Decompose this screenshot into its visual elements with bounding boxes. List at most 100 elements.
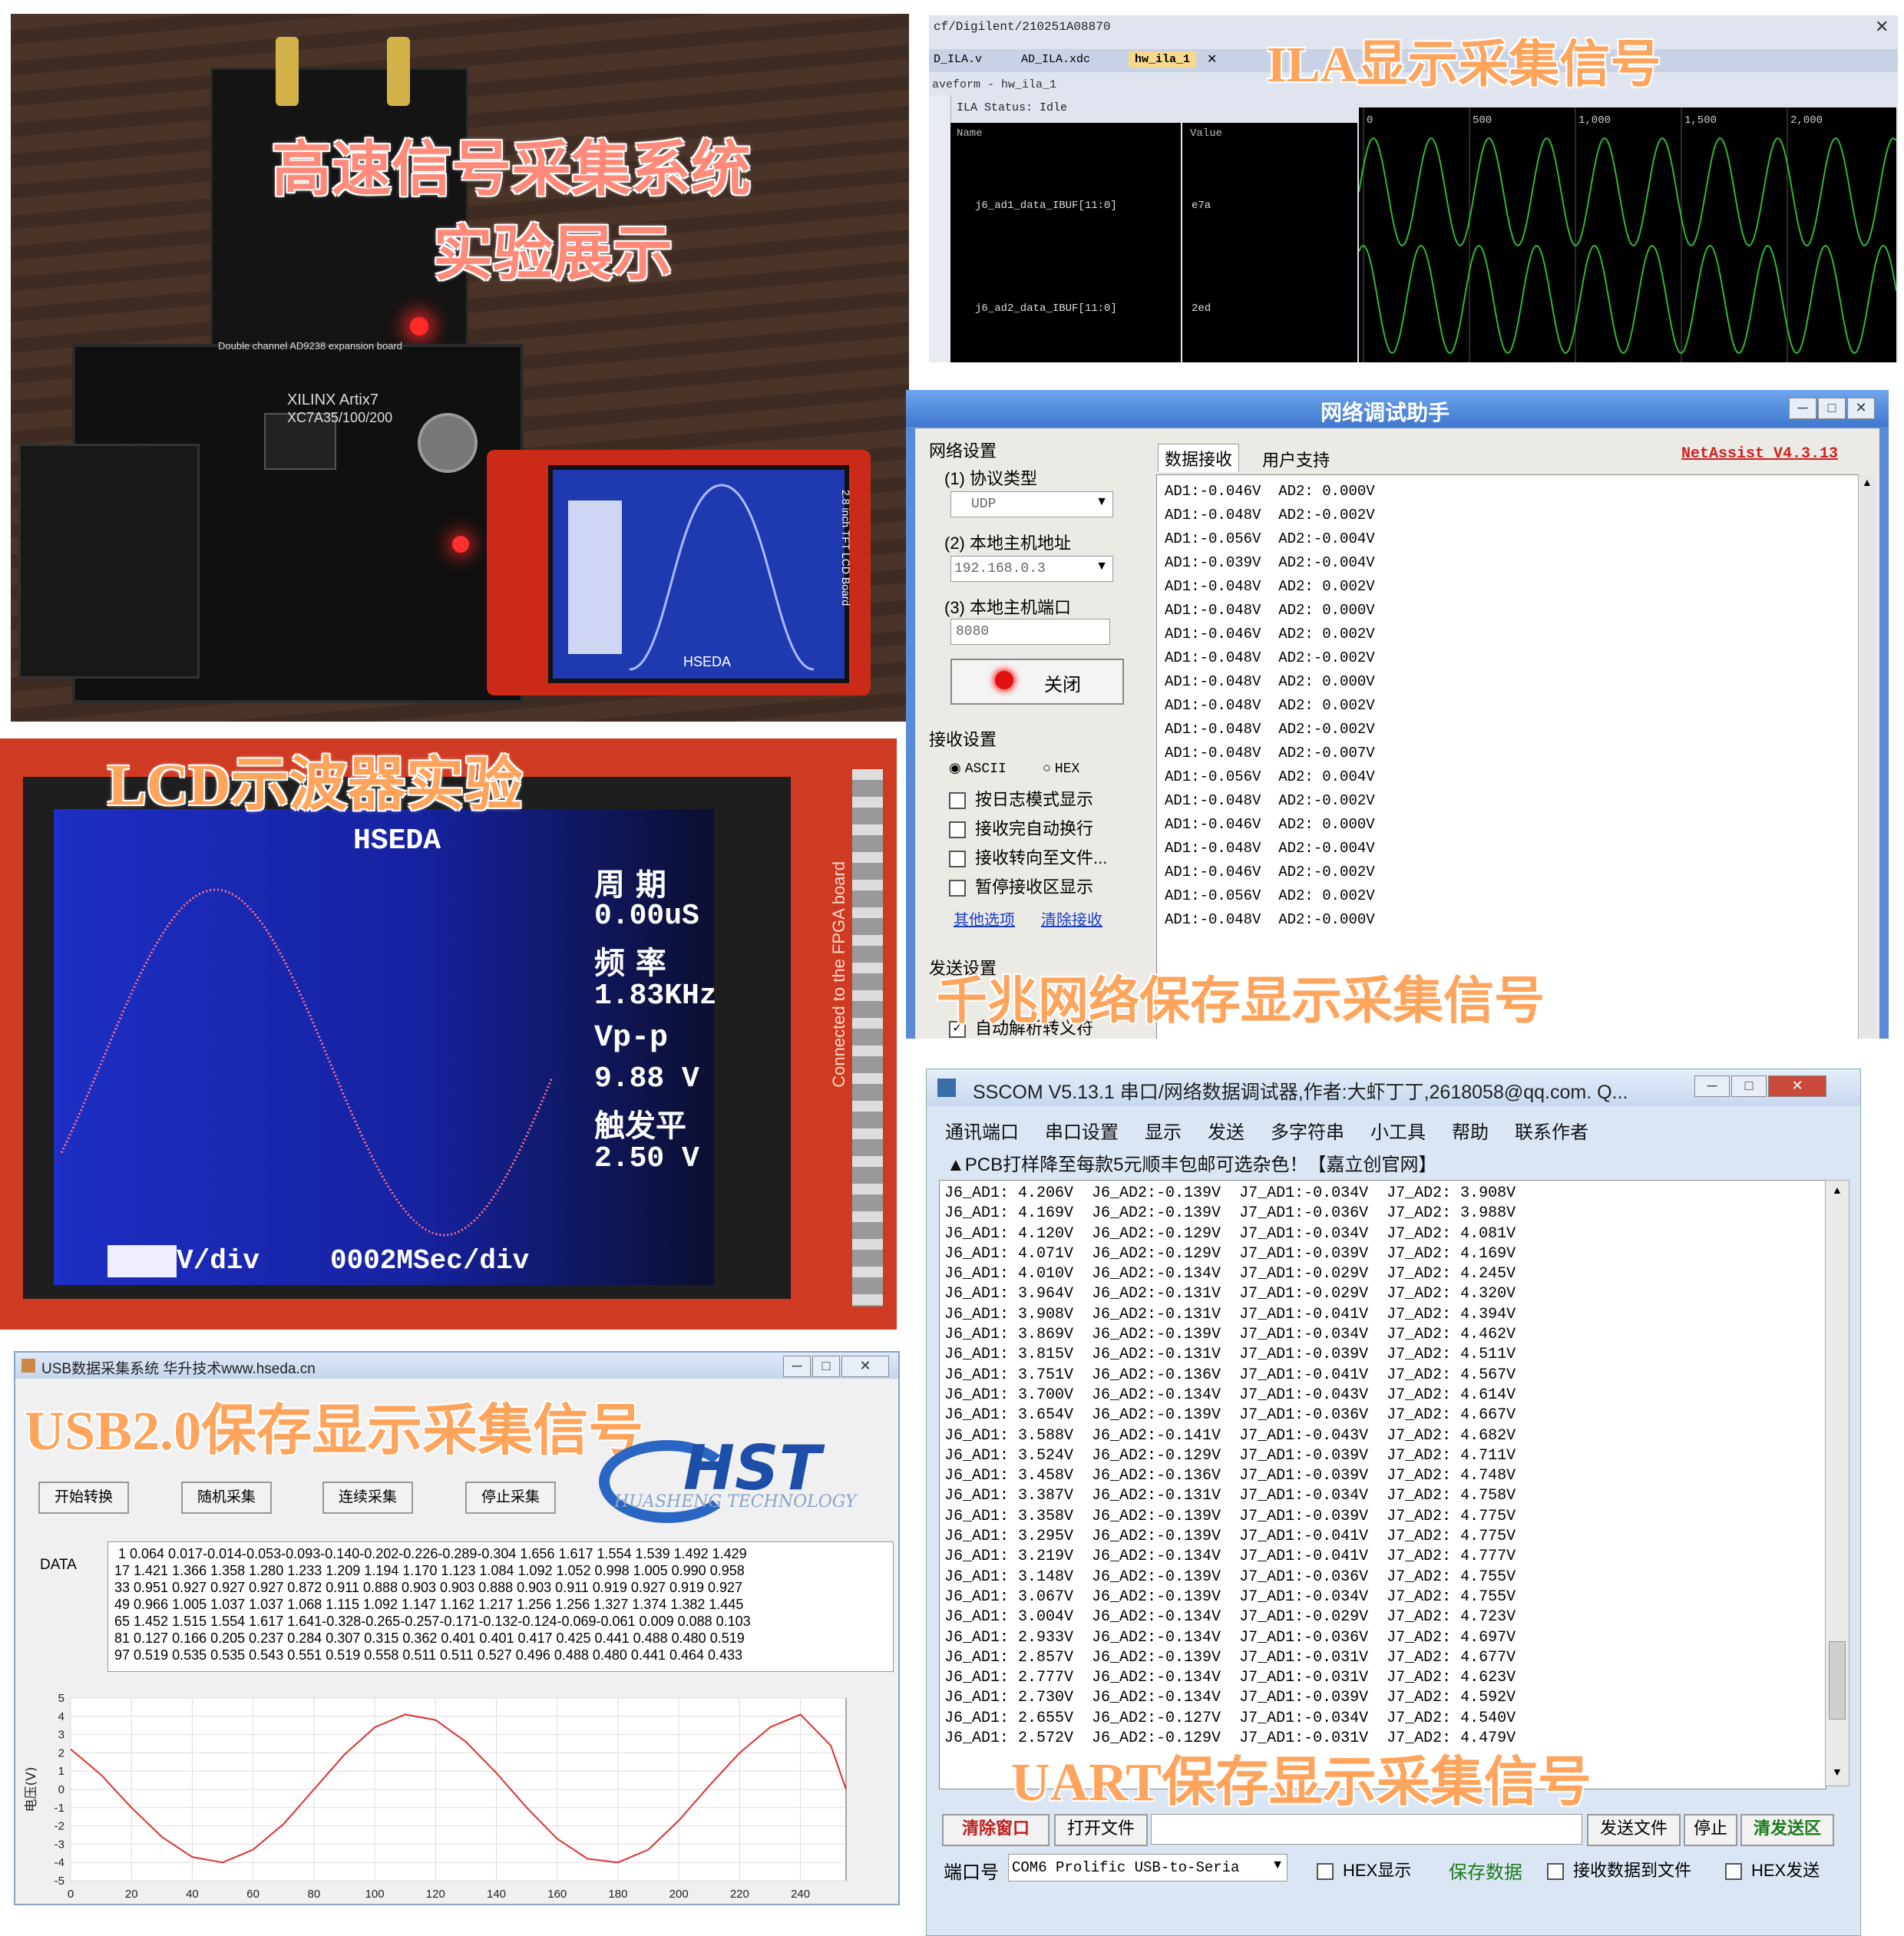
file-path-input[interactable] bbox=[1151, 1814, 1582, 1845]
table-row: 33 0.951 0.927 0.927 0.927 0.872 0.911 0… bbox=[114, 1580, 743, 1595]
port-select[interactable]: COM6 Prolific USB-to-Seria ▼ bbox=[1008, 1854, 1288, 1881]
checkbox[interactable] bbox=[1317, 1863, 1334, 1881]
tab-user-support[interactable]: 用户支持 bbox=[1256, 445, 1336, 473]
ila-close-icon[interactable]: ✕ bbox=[1875, 17, 1889, 37]
checkbox[interactable] bbox=[949, 792, 966, 810]
save-data-button[interactable]: 保存数据 bbox=[1449, 1857, 1522, 1884]
hex-display-option[interactable]: HEX显示 bbox=[1317, 1857, 1411, 1881]
scroll-up-icon[interactable]: ▲ bbox=[1862, 476, 1873, 488]
receive-scrollbar[interactable]: ▲ bbox=[1858, 474, 1876, 1039]
continuous-sample-button[interactable]: 连续采集 bbox=[322, 1482, 413, 1514]
checkbox[interactable] bbox=[949, 851, 966, 868]
checkbox[interactable] bbox=[949, 821, 966, 839]
usb-maximize-button[interactable]: □ bbox=[812, 1356, 840, 1377]
menu-item[interactable]: 显示 bbox=[1145, 1122, 1182, 1143]
stop-sample-button[interactable]: 停止采集 bbox=[465, 1482, 556, 1514]
tab-close-icon[interactable]: ✕ bbox=[1207, 51, 1217, 67]
option-to-file[interactable]: 接收转向至文件... bbox=[949, 844, 1107, 869]
protocol-select[interactable]: UDP ▼ bbox=[950, 491, 1113, 517]
chevron-down-icon[interactable]: ▼ bbox=[1096, 495, 1108, 509]
usb-close-button[interactable]: ✕ bbox=[841, 1356, 889, 1377]
menu-item[interactable]: 通讯端口 bbox=[945, 1122, 1019, 1143]
protocol-value: UDP bbox=[971, 497, 997, 512]
ila-signal-1-name[interactable]: j6_ad1_data_IBUF[11:0] bbox=[975, 200, 1117, 212]
option-auto-wrap[interactable]: 接收完自动换行 bbox=[949, 815, 1093, 840]
maximize-button[interactable]: □ bbox=[1818, 398, 1846, 419]
radio-ascii[interactable]: ◉ ASCII bbox=[949, 760, 1007, 777]
y-tick-label: 2 bbox=[58, 1746, 64, 1759]
menu-item[interactable]: 发送 bbox=[1208, 1122, 1245, 1143]
mini-sine bbox=[629, 484, 815, 671]
list-item: AD1:-0.048V AD2:-0.002V bbox=[1165, 507, 1375, 524]
tab-ila-xdc[interactable]: AD_ILA.xdc bbox=[1021, 53, 1090, 66]
host-select[interactable]: 192.168.0.3 ▼ bbox=[950, 556, 1113, 582]
netassist-title: 网络调试助手 bbox=[1321, 401, 1450, 425]
usb-minimize-button[interactable]: ─ bbox=[783, 1356, 811, 1377]
link-clear-receive[interactable]: 清除接收 bbox=[1041, 907, 1102, 930]
start-convert-button[interactable]: 开始转换 bbox=[38, 1482, 129, 1514]
radio-hex[interactable]: ○ HEX bbox=[1043, 760, 1079, 777]
sscom-scrollbar[interactable]: ▲ ▼ bbox=[1825, 1180, 1849, 1786]
menu-item[interactable]: 小工具 bbox=[1370, 1122, 1426, 1143]
sscom-maximize-button[interactable]: □ bbox=[1731, 1075, 1767, 1097]
lcd-screen: HSEDA bbox=[548, 465, 849, 683]
scroll-up-icon[interactable]: ▲ bbox=[1832, 1184, 1843, 1196]
menu-item[interactable]: 串口设置 bbox=[1045, 1122, 1119, 1143]
y-tick-label: 4 bbox=[58, 1710, 64, 1723]
minimize-button[interactable]: ─ bbox=[1789, 398, 1816, 419]
clear-window-button[interactable]: 清除窗口 bbox=[942, 1814, 1050, 1846]
recv-to-file-option[interactable]: 接收数据到文件 bbox=[1547, 1857, 1691, 1881]
option-log-mode[interactable]: 按日志模式显示 bbox=[949, 786, 1093, 811]
chevron-down-icon[interactable]: ▼ bbox=[1096, 560, 1108, 573]
clear-send-button[interactable]: 清发送区 bbox=[1740, 1814, 1834, 1846]
scroll-down-icon[interactable]: ▼ bbox=[1832, 1766, 1843, 1778]
ila-waveform: 0 500 1,000 1,500 2,000 bbox=[1359, 107, 1896, 362]
trigger-label: 触发平 bbox=[594, 1108, 686, 1144]
sscom-minimize-button[interactable]: ─ bbox=[1694, 1075, 1730, 1097]
x-tick-label: 200 bbox=[669, 1888, 689, 1901]
link-more-options[interactable]: 其他选项 bbox=[954, 907, 1015, 930]
menu-item[interactable]: 多字符串 bbox=[1271, 1122, 1344, 1143]
stop-button[interactable]: 停止 bbox=[1684, 1814, 1737, 1846]
hex-send-label: HEX发送 bbox=[1751, 1861, 1820, 1880]
connect-close-button[interactable]: 关闭 bbox=[950, 659, 1124, 705]
option-to-file-label: 接收转向至文件... bbox=[975, 848, 1108, 867]
option-pause[interactable]: 暂停接收区显示 bbox=[949, 874, 1093, 898]
scroll-thumb[interactable] bbox=[1829, 1641, 1846, 1720]
sscom-ad-banner[interactable]: ▲PCB打样降至每款5元顺丰包邮可选杂色！【嘉立创官网】 bbox=[947, 1149, 1436, 1176]
netassist-caption: 千兆网络保存显示采集信号 bbox=[937, 973, 1545, 1029]
lcd-display: HSEDA 周 期 0.00uS 频 率 1.83KHz Vp-p 9.88 V… bbox=[54, 809, 717, 1285]
list-item: J6_AD1: 3.387V J6_AD2:-0.131V J7_AD1:-0.… bbox=[944, 1487, 1516, 1505]
protocol-label: (1) 协议类型 bbox=[944, 469, 1038, 488]
x-tick-label: 240 bbox=[791, 1888, 810, 1901]
sscom-title: SSCOM V5.13.1 串口/网络数据调试器,作者:大虾丁丁,2618058… bbox=[973, 1082, 1628, 1103]
hex-send-option[interactable]: HEX发送 bbox=[1725, 1857, 1820, 1881]
x-tick-label: 100 bbox=[365, 1888, 385, 1901]
tab-hw-ila[interactable]: hw_ila_1 bbox=[1129, 51, 1197, 68]
checkbox[interactable] bbox=[949, 880, 966, 897]
ila-signal-2-name[interactable]: j6_ad2_data_IBUF[11:0] bbox=[975, 302, 1117, 315]
send-file-button[interactable]: 发送文件 bbox=[1587, 1814, 1681, 1846]
list-item: J6_AD1: 3.219V J6_AD2:-0.134V J7_AD1:-0.… bbox=[944, 1548, 1516, 1566]
netassist-brand[interactable]: NetAssist V4.3.13 bbox=[1681, 445, 1838, 463]
chevron-down-icon[interactable]: ▼ bbox=[1271, 1858, 1284, 1872]
pin-header bbox=[852, 769, 883, 1307]
host-label: (2) 本地主机地址 bbox=[944, 534, 1072, 553]
tab-data-receive[interactable]: 数据接收 bbox=[1158, 444, 1240, 472]
checkbox[interactable] bbox=[1547, 1863, 1564, 1881]
menu-item[interactable]: 帮助 bbox=[1452, 1122, 1489, 1143]
sscom-close-button[interactable]: ✕ bbox=[1768, 1075, 1826, 1097]
y-tick-label: 0 bbox=[58, 1783, 64, 1796]
close-button[interactable]: ✕ bbox=[1847, 398, 1875, 419]
netassist-window: 网络调试助手 ─ □ ✕ 网络设置 (1) 协议类型 UDP ▼ (2) 本地主… bbox=[906, 390, 1889, 1039]
port-input[interactable]: 8080 bbox=[950, 619, 1110, 645]
menu-item[interactable]: 联系作者 bbox=[1515, 1122, 1588, 1143]
open-file-button[interactable]: 打开文件 bbox=[1054, 1814, 1148, 1846]
tab-ila-v[interactable]: D_ILA.v bbox=[934, 53, 982, 66]
ila-path: cf/Digilent/210251A08870 bbox=[934, 20, 1111, 34]
x-tick-label: 60 bbox=[246, 1888, 259, 1901]
x-tick-label: 80 bbox=[308, 1888, 321, 1901]
checkbox[interactable] bbox=[1725, 1863, 1742, 1881]
ila-signal-2-value: 2ed bbox=[1192, 302, 1211, 315]
random-sample-button[interactable]: 随机采集 bbox=[181, 1482, 272, 1514]
